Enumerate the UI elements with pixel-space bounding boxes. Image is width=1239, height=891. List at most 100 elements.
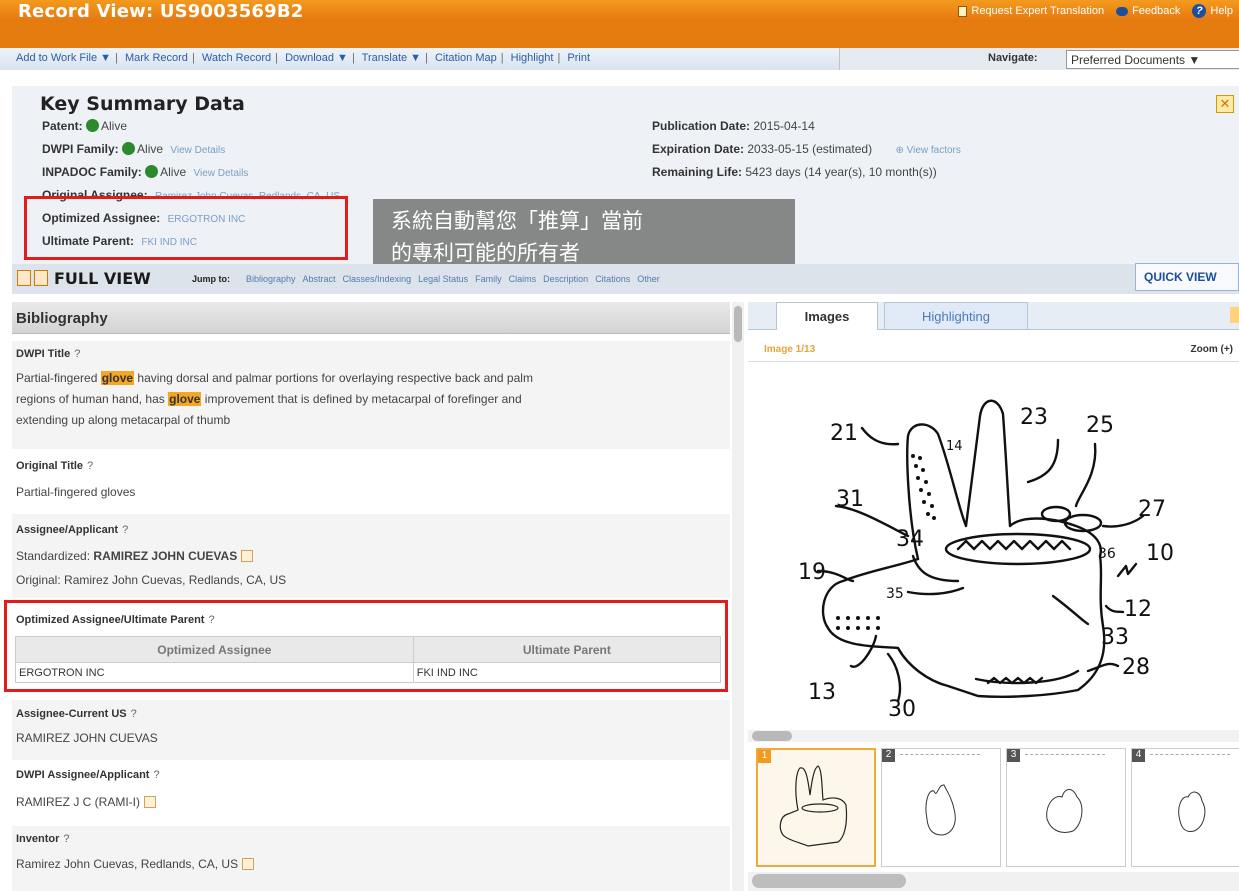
assignee-section: Assignee/Applicant? Standardized: RAMIRE… [12,514,730,598]
speech-bubble-icon [1116,6,1129,16]
figure-label: 23 [1020,405,1048,430]
inpadoc-family-row: INPADOC Family: Alive View Details [42,165,249,179]
menu-watch-record[interactable]: Watch Record [202,52,271,64]
jump-claims[interactable]: Claims [509,274,537,284]
dwpi-family-row: DWPI Family: Alive View Details [42,142,226,156]
close-tab-icon[interactable] [1230,307,1239,323]
jump-legal-status[interactable]: Legal Status [418,274,468,284]
page-title: Record View: US9003569B2 [18,1,304,22]
thumbnail-drawing [1046,789,1083,833]
inventor-label: Inventor? [16,833,70,845]
image-info-bar: Image 1/13 Zoom (+) [748,334,1239,362]
dwpi-assignee-section: DWPI Assignee/Applicant? RAMIREZ J C (RA… [12,762,730,824]
check-icon [145,165,159,178]
jump-links: Bibliography Abstract Classes/Indexing L… [246,274,660,284]
dwpi-title-section: DWPI Title? Partial-fingered glove havin… [12,341,730,449]
menu-citation-map[interactable]: Citation Map [435,52,497,64]
figure-label: 13 [808,680,836,705]
navigate-label: Navigate: [988,52,1038,64]
zoom-button[interactable]: Zoom (+) [1191,344,1234,355]
edit-icon[interactable] [34,270,48,286]
summary-title: Key Summary Data [40,93,245,115]
thumbnail-drawing [779,765,848,847]
original-title-value: Partial-fingered gloves [16,485,136,499]
dwpi-title-label: DWPI Title? [16,348,81,360]
original-title-label: Original Title? [16,460,94,472]
thumbnail-1[interactable]: 1 [756,748,876,867]
thumbnail-4[interactable]: 4 [1131,748,1239,867]
feedback-link[interactable]: Feedback [1116,5,1180,17]
jump-to-label: Jump to: [192,274,230,284]
request-translation-link[interactable]: Request Expert Translation [958,5,1104,17]
expiration-date-row: Expiration Date: 2033-05-15 (estimated) … [652,142,961,156]
original-title-section: Original Title? Partial-fingered gloves [12,452,730,512]
thumbnail-hscroll-thumb[interactable] [752,874,906,888]
figure-label: 33 [1101,625,1129,650]
jump-other[interactable]: Other [637,274,660,284]
document-icon [958,5,968,17]
patent-status-row: Patent: Alive [42,119,128,133]
title-bar: Record View: US9003569B2 Request Expert … [0,0,1239,22]
jump-family[interactable]: Family [475,274,502,284]
thumbnail-3[interactable]: 3 [1006,748,1126,867]
help-link[interactable]: ? Help [1192,4,1233,18]
image-count: Image 1/13 [764,344,816,355]
menu-print[interactable]: Print [567,52,590,64]
inventor-value: Ramirez John Cuevas, Redlands, CA, US [16,854,255,875]
inventor-section: Inventor? Ramirez John Cuevas, Redlands,… [12,826,730,891]
assignee-info-icon[interactable] [241,550,254,562]
assignee-current-section: Assignee-Current US? RAMIREZ JOHN CUEVAS [12,700,730,760]
navigate-select[interactable]: Preferred Documents ▼ [1066,50,1239,69]
original-assignee: Original: Ramirez John Cuevas, Redlands,… [16,573,287,587]
figure-label: 27 [1138,497,1166,522]
figure-label: 14 [946,439,963,454]
jump-citations[interactable]: Citations [595,274,630,284]
image-hscrollbar[interactable] [748,730,1239,742]
highlight-box-table [4,600,728,692]
bibliography-header: Bibliography [12,302,730,334]
menu-highlight[interactable]: Highlight [511,52,554,64]
vertical-scrollbar[interactable] [732,302,744,891]
thumbnail-drawing [1178,791,1206,832]
close-summary-button[interactable]: ✕ [1216,95,1234,113]
menu-mark-record[interactable]: Mark Record [125,52,188,64]
scrollbar-thumb[interactable] [734,306,742,342]
jump-description[interactable]: Description [543,274,588,284]
jump-abstract[interactable]: Abstract [303,274,336,284]
jump-classes[interactable]: Classes/Indexing [343,274,412,284]
menu-download[interactable]: Download ▼ [285,52,348,64]
tab-images[interactable]: Images [776,302,878,330]
patent-drawing[interactable]: 21 14 23 25 31 27 34 36 10 19 35 12 33 1… [758,366,1239,728]
jump-bibliography[interactable]: Bibliography [246,274,296,284]
dwpi-view-details-link[interactable]: View Details [170,145,225,156]
dwpi-assignee-info-icon[interactable] [144,796,156,808]
publication-date-row: Publication Date: 2015-04-14 [652,119,815,133]
thumbnail-drawing [925,784,956,836]
figure-label: 12 [1124,597,1152,622]
thumbnail-strip: 1 2 3 4 [756,748,1239,867]
thumbnail-2[interactable]: 2 [881,748,1001,867]
figure-label: 36 [1098,546,1116,562]
inventor-info-icon[interactable] [242,858,255,870]
dwpi-assignee-label: DWPI Assignee/Applicant? [16,769,160,781]
full-view-title: FULL VIEW [54,269,151,288]
assignee-label: Assignee/Applicant? [16,524,129,536]
figure-label: 21 [830,421,858,446]
fv-icons [17,270,48,286]
image-hscroll-thumb[interactable] [752,731,792,741]
highlight-box-summary [24,196,348,260]
figure-label: 31 [836,487,864,512]
tab-highlighting[interactable]: Highlighting [884,302,1028,330]
inpadoc-view-details-link[interactable]: View Details [194,168,249,179]
check-icon [86,119,100,132]
dwpi-title-text: Partial-fingered glove having dorsal and… [16,371,533,427]
help-icon: ? [1192,4,1207,18]
assignee-current-value: RAMIREZ JOHN CUEVAS [16,731,158,745]
quick-view-button[interactable]: QUICK VIEW [1135,263,1239,291]
menu-add-to-work-file[interactable]: Add to Work File ▼ [16,52,111,64]
view-factors-link[interactable]: ⊕ View factors [895,145,960,156]
figure-label: 30 [888,697,916,722]
standardized-assignee: Standardized: RAMIREZ JOHN CUEVAS [16,546,254,567]
menu-translate[interactable]: Translate ▼ [362,52,421,64]
pdf-icon[interactable] [17,270,31,286]
